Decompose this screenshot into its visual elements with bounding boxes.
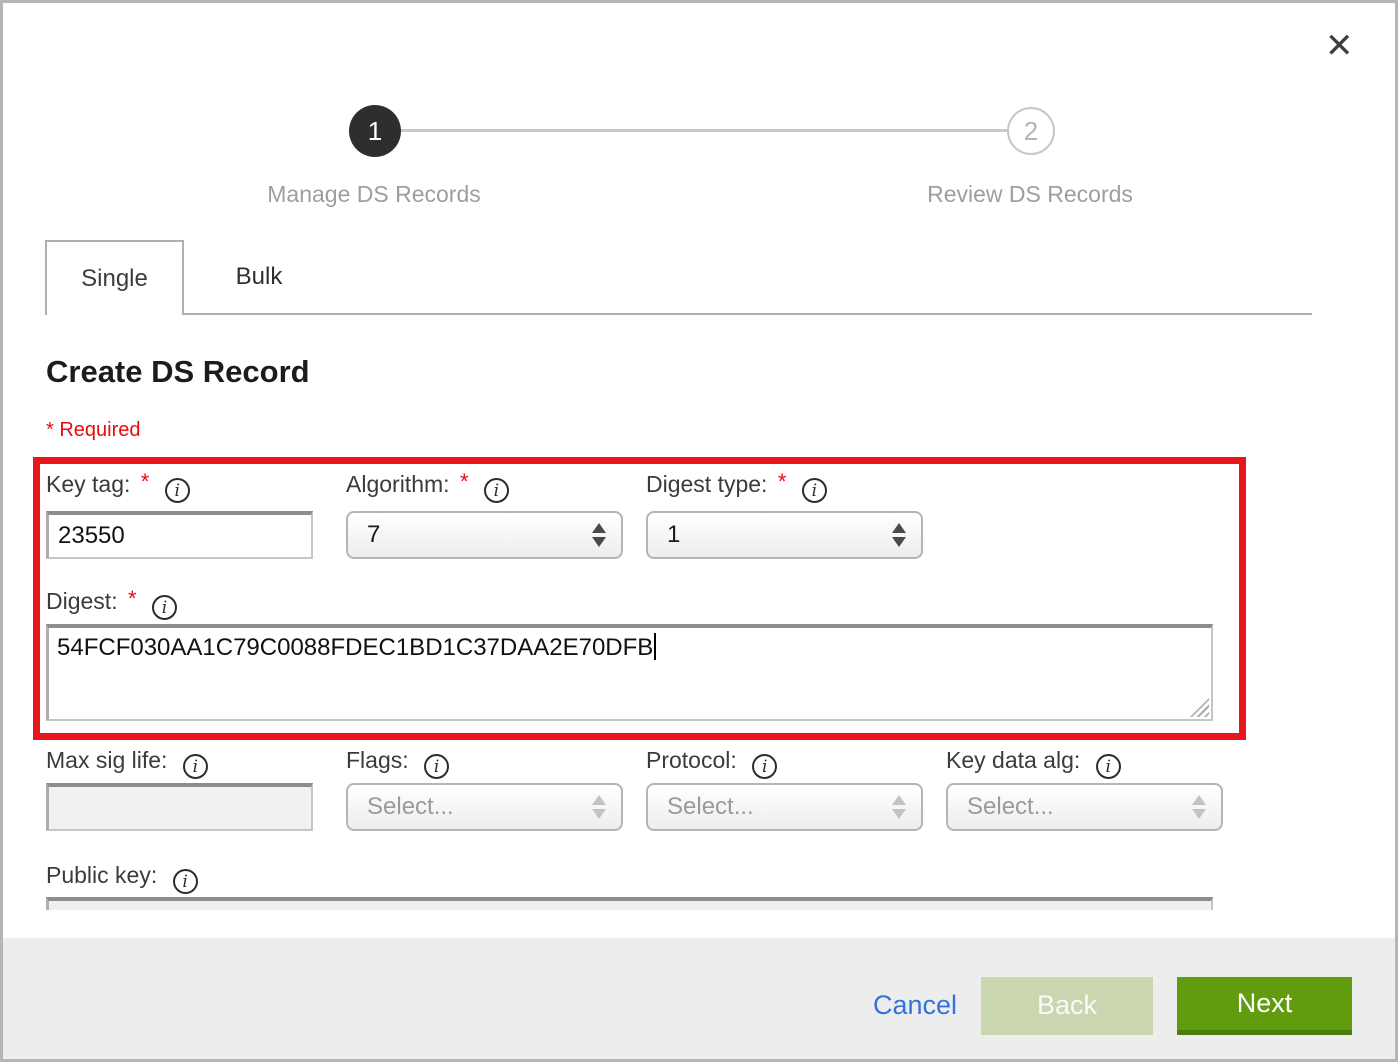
algorithm-label: Algorithm: * i (346, 471, 509, 503)
stepper-connector (401, 129, 1007, 132)
create-ds-record-modal: ✕ 1 2 Manage DS Records Review DS Record… (0, 0, 1398, 1062)
digest-value: 54FCF030AA1C79C0088FDEC1BD1C37DAA2E70DFB (57, 634, 653, 661)
public-key-info-icon[interactable]: i (173, 869, 198, 894)
required-note: * Required (46, 419, 141, 442)
digest-label-text: Digest: (46, 588, 118, 614)
digest-type-select-value: 1 (667, 521, 680, 548)
digest-type-label: Digest type: * i (646, 471, 827, 503)
required-asterisk: * (141, 469, 150, 494)
select-stepper-icon (892, 795, 906, 819)
tab-bulk[interactable]: Bulk (184, 240, 334, 313)
protocol-label-text: Protocol: (646, 747, 737, 773)
digest-info-icon[interactable]: i (152, 595, 177, 620)
next-button[interactable]: Next (1177, 977, 1352, 1035)
protocol-select-value: Select... (667, 793, 754, 820)
select-stepper-icon (592, 795, 606, 819)
key-data-alg-info-icon[interactable]: i (1096, 754, 1121, 779)
algorithm-info-icon[interactable]: i (484, 478, 509, 503)
public-key-label: Public key: i (46, 862, 198, 894)
tab-single[interactable]: Single (45, 240, 184, 315)
page-title: Create DS Record (46, 354, 310, 390)
digest-textarea[interactable]: 54FCF030AA1C79C0088FDEC1BD1C37DAA2E70DFB (46, 624, 1213, 721)
key-data-alg-label-text: Key data alg: (946, 747, 1080, 773)
algorithm-select[interactable]: 7 (346, 511, 623, 559)
text-caret (654, 633, 656, 660)
cancel-link[interactable]: Cancel (873, 990, 957, 1021)
key-tag-info-icon[interactable]: i (165, 478, 190, 503)
back-button[interactable]: Back (981, 977, 1153, 1035)
key-data-alg-select[interactable]: Select... (946, 783, 1223, 831)
algorithm-select-value: 7 (367, 521, 380, 548)
digest-type-label-text: Digest type: (646, 471, 767, 497)
protocol-label: Protocol: i (646, 747, 777, 779)
flags-select[interactable]: Select... (346, 783, 623, 831)
public-key-label-text: Public key: (46, 862, 157, 888)
algorithm-label-text: Algorithm: (346, 471, 450, 497)
key-data-alg-select-value: Select... (967, 793, 1054, 820)
select-stepper-icon (592, 523, 606, 547)
step-1-label: Manage DS Records (267, 181, 481, 208)
max-sig-life-info-icon[interactable]: i (183, 754, 208, 779)
digest-type-select[interactable]: 1 (646, 511, 923, 559)
resize-handle-icon[interactable] (1190, 698, 1209, 717)
step-1-indicator: 1 (349, 105, 401, 157)
key-data-alg-label: Key data alg: i (946, 747, 1121, 779)
flags-label-text: Flags: (346, 747, 409, 773)
step-2-label: Review DS Records (927, 181, 1133, 208)
select-stepper-icon (892, 523, 906, 547)
flags-label: Flags: i (346, 747, 449, 779)
max-sig-life-input[interactable] (46, 783, 313, 831)
protocol-select[interactable]: Select... (646, 783, 923, 831)
digest-label: Digest: * i (46, 588, 177, 620)
protocol-info-icon[interactable]: i (752, 754, 777, 779)
select-stepper-icon (1192, 795, 1206, 819)
tab-underline (184, 313, 1312, 315)
key-tag-input[interactable]: 23550 (46, 511, 313, 559)
digest-type-info-icon[interactable]: i (802, 478, 827, 503)
required-asterisk: * (778, 469, 787, 494)
public-key-textarea[interactable] (46, 897, 1213, 910)
modal-footer: Cancel Back Next (3, 938, 1395, 1059)
max-sig-life-label-text: Max sig life: (46, 747, 167, 773)
flags-select-value: Select... (367, 793, 454, 820)
key-tag-label: Key tag: * i (46, 471, 190, 503)
flags-info-icon[interactable]: i (424, 754, 449, 779)
max-sig-life-label: Max sig life: i (46, 747, 208, 779)
step-2-indicator: 2 (1007, 107, 1055, 155)
key-tag-label-text: Key tag: (46, 471, 130, 497)
required-asterisk: * (460, 469, 469, 494)
close-icon[interactable]: ✕ (1325, 29, 1354, 63)
required-asterisk: * (128, 586, 137, 611)
